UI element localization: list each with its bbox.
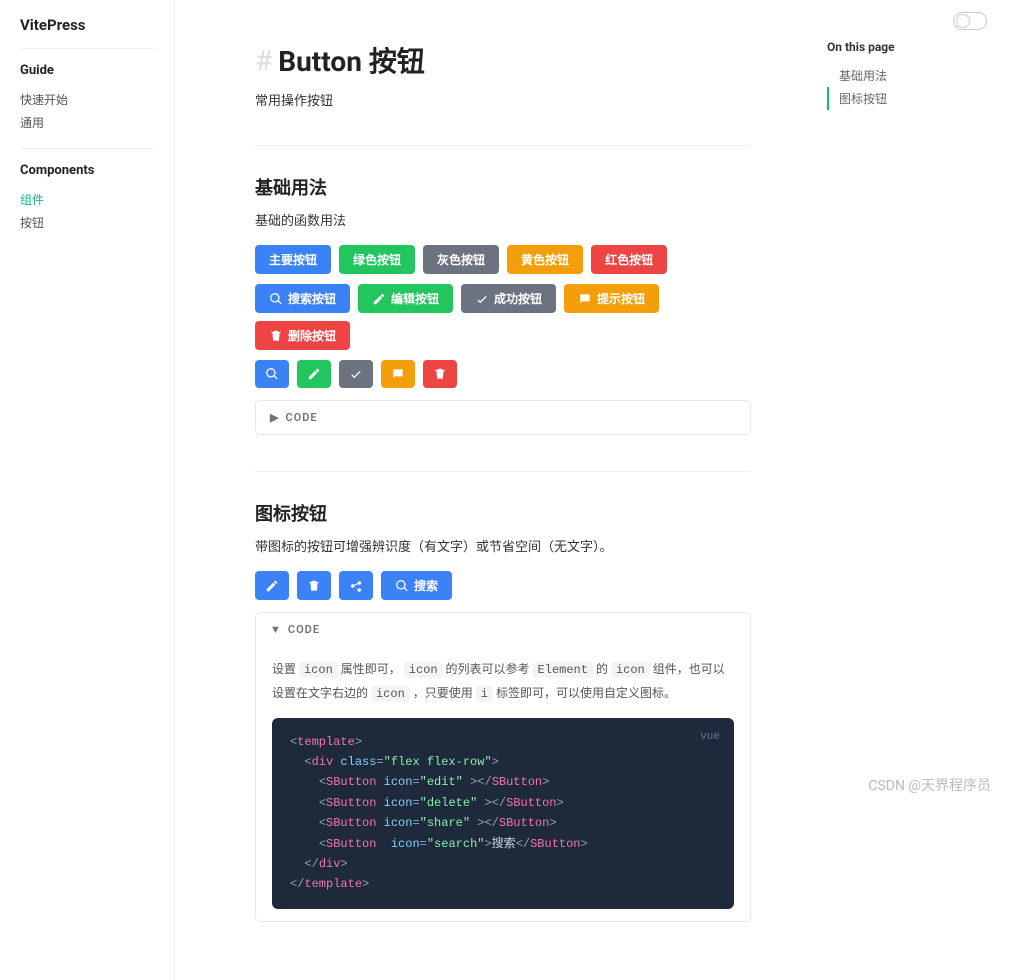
section-icon-desc: 带图标的按钮可增强辨识度（有文字）或节省空间（无文字）。 (255, 536, 751, 555)
success-button[interactable]: 成功按钮 (461, 284, 556, 313)
search-icon (265, 367, 279, 381)
main-content: # Button 按钮 常用操作按钮 基础用法 基础的函数用法 主要按钮 绿色按… (175, 0, 811, 980)
delete-icon-button[interactable] (297, 571, 331, 600)
red-button[interactable]: 红色按钮 (591, 245, 667, 274)
check-icon-button[interactable] (339, 360, 373, 388)
code-toggle-basic[interactable]: ▶ CODE (256, 401, 750, 434)
check-icon (475, 292, 489, 306)
sidebar-item-components[interactable]: 组件 (20, 188, 154, 211)
delete-icon (307, 579, 321, 593)
brand[interactable]: VitePress (20, 16, 154, 49)
edit-icon (265, 579, 279, 593)
code-box-basic: ▶ CODE (255, 400, 751, 435)
theme-toggle[interactable] (953, 12, 987, 30)
delete-icon (433, 367, 447, 381)
toc-title: On this page (827, 40, 995, 54)
page-subtitle: 常用操作按钮 (255, 90, 751, 109)
edit-icon (307, 367, 321, 381)
code-box-icon: ▼ CODE 设置 icon 属性即可， icon 的列表可以参考 Elemen… (255, 612, 751, 922)
share-icon-button[interactable] (339, 571, 373, 600)
section-icon-title: 图标按钮 (255, 500, 751, 526)
sidebar-group-guide: Guide (20, 63, 154, 78)
divider (255, 471, 751, 472)
search-labeled-button[interactable]: 搜索 (381, 571, 452, 600)
message-icon (391, 367, 405, 381)
sidebar-item-general[interactable]: 通用 (20, 111, 154, 134)
edit-button[interactable]: 编辑按钮 (358, 284, 453, 313)
code-lang: vue (700, 728, 720, 747)
search-icon (269, 292, 283, 306)
delete-button[interactable]: 删除按钮 (255, 321, 350, 350)
hash-icon: # (255, 44, 272, 77)
page-title-text: Button 按钮 (278, 40, 425, 80)
page-title: # Button 按钮 (255, 40, 751, 80)
message-icon-button[interactable] (381, 360, 415, 388)
sidebar-group-components: Components (20, 163, 154, 178)
edit-icon-button[interactable] (255, 571, 289, 600)
caret-right-icon: ▶ (270, 411, 279, 424)
sidebar: VitePress Guide 快速开始 通用 Components 组件 按钮 (0, 0, 175, 980)
toc-item-icon[interactable]: 图标按钮 (827, 87, 995, 110)
sidebar-item-quickstart[interactable]: 快速开始 (20, 88, 154, 111)
delete-icon (269, 329, 283, 343)
caret-down-icon: ▼ (270, 623, 282, 636)
search-icon (395, 579, 409, 593)
toc-item-basic[interactable]: 基础用法 (827, 64, 995, 87)
code-desc: 设置 icon 属性即可， icon 的列表可以参考 Element 的 ico… (272, 658, 734, 706)
section-basic-desc: 基础的函数用法 (255, 210, 751, 229)
watermark: CSDN @天界程序员 (868, 775, 991, 795)
share-icon (349, 579, 363, 593)
code-toggle-icon[interactable]: ▼ CODE (256, 613, 750, 646)
check-icon (349, 367, 363, 381)
green-button[interactable]: 绿色按钮 (339, 245, 415, 274)
search-button[interactable]: 搜索按钮 (255, 284, 350, 313)
aside-toc: On this page 基础用法 图标按钮 (811, 0, 1011, 980)
delete-icon-button[interactable] (423, 360, 457, 388)
divider (255, 145, 751, 146)
yellow-button[interactable]: 黄色按钮 (507, 245, 583, 274)
message-icon (578, 292, 592, 306)
edit-icon (372, 292, 386, 306)
section-basic-title: 基础用法 (255, 174, 751, 200)
code-block: vue<template> <div class="flex flex-row"… (272, 718, 734, 909)
sidebar-item-button[interactable]: 按钮 (20, 211, 154, 234)
edit-icon-button[interactable] (297, 360, 331, 388)
tip-button[interactable]: 提示按钮 (564, 284, 659, 313)
gray-button[interactable]: 灰色按钮 (423, 245, 499, 274)
primary-button[interactable]: 主要按钮 (255, 245, 331, 274)
search-icon-button[interactable] (255, 360, 289, 388)
